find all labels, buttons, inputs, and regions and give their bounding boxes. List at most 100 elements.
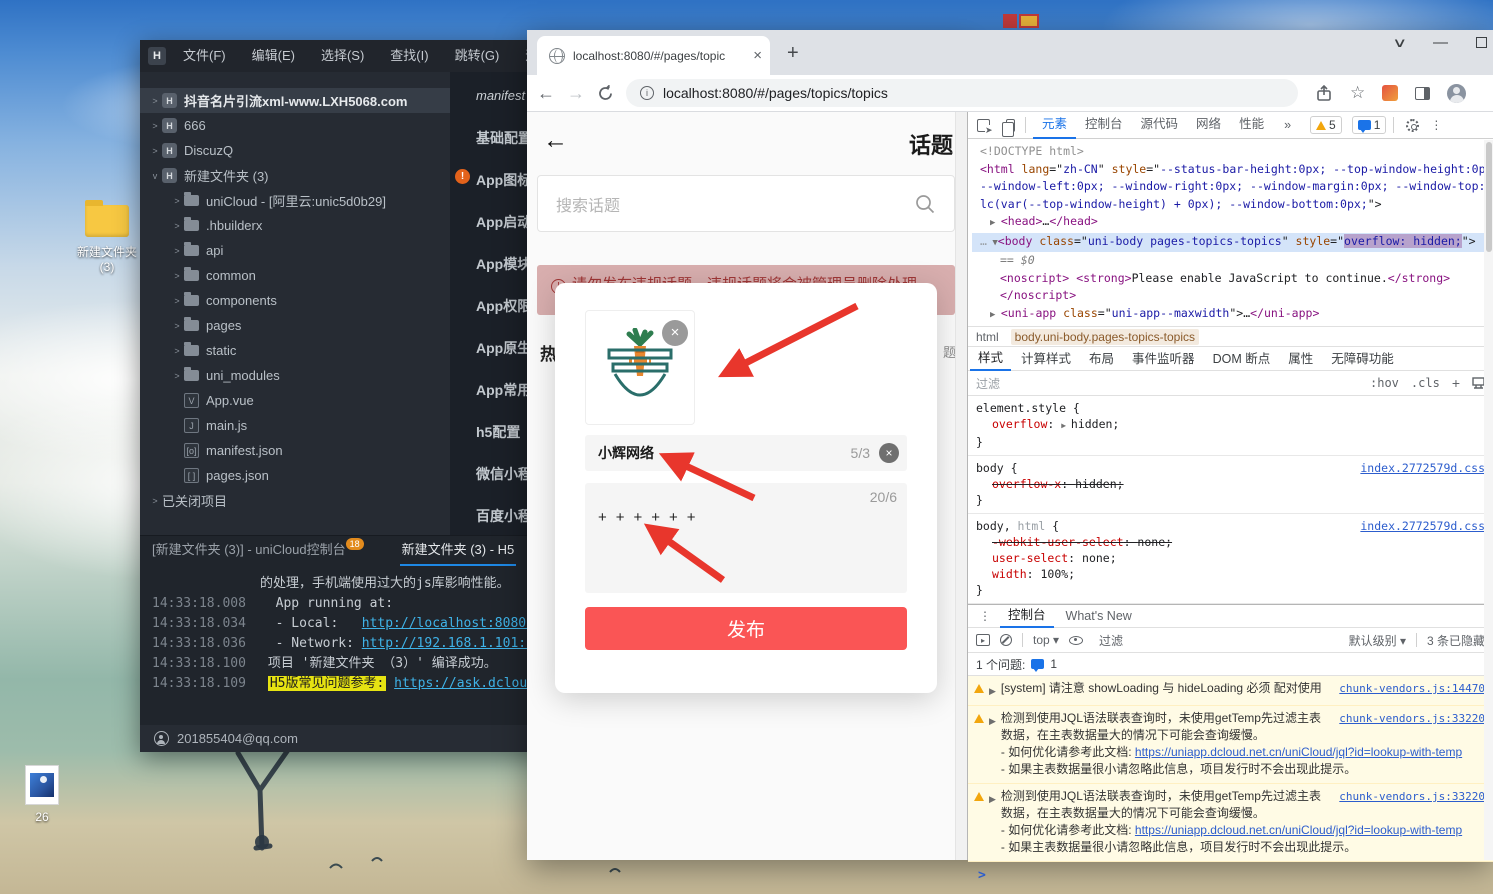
topic-search-input[interactable]: 搜索话题 — [537, 175, 955, 232]
issues-badge[interactable]: 1 — [1352, 116, 1387, 134]
page-back-arrow[interactable]: ← — [543, 126, 568, 155]
dom-node[interactable]: </noscript> — [972, 287, 1493, 305]
window-menu-chevron-icon[interactable]: ∨ — [1393, 35, 1408, 51]
dom-node[interactable]: <noscript> <strong>Please enable JavaScr… — [972, 270, 1493, 288]
console-sidebar-icon[interactable]: ▸ — [976, 634, 990, 646]
dom-node[interactable]: lc(var(--top-window-height) + 0px); --wi… — [972, 196, 1493, 214]
drawer-tab-whatsnew[interactable]: What's New — [1058, 606, 1140, 627]
dom-node[interactable]: <html lang="zh-CN" style="--status-bar-h… — [972, 161, 1493, 179]
tree-item[interactable]: >HDiscuzQ — [140, 138, 450, 163]
tree-item[interactable]: [o]manifest.json — [140, 438, 450, 463]
console-filter-input[interactable]: 过滤 — [1099, 632, 1123, 649]
tab-close-icon[interactable]: × — [753, 47, 762, 64]
doc-link[interactable]: https://uniapp.dcloud.net.cn/uniCloud/jq… — [1135, 823, 1462, 837]
console-tab-h5[interactable]: 新建文件夹 (3) - H5 — [400, 535, 517, 566]
side-panel-icon[interactable] — [1415, 87, 1430, 100]
styles-tab-4[interactable]: DOM 断点 — [1205, 348, 1279, 370]
dom-node[interactable]: --window-left:0px; --window-right:0px; -… — [972, 178, 1493, 196]
tree-item[interactable]: >uni_modules — [140, 363, 450, 388]
styles-filter-input[interactable]: 过滤 — [976, 375, 1000, 392]
menu-文件(F)[interactable]: 文件(F) — [170, 40, 239, 72]
context-selector[interactable]: top ▾ — [1033, 633, 1059, 647]
devtools-tab-性能[interactable]: 性能 — [1230, 112, 1273, 139]
styles-tab-0[interactable]: 样式 — [970, 347, 1011, 371]
remove-image-icon[interactable]: × — [662, 320, 688, 346]
devtools-tab-源代码[interactable]: 源代码 — [1132, 112, 1188, 139]
tree-item[interactable]: >pages — [140, 313, 450, 338]
source-link[interactable]: chunk-vendors.js:33220 — [1339, 788, 1485, 805]
topic-desc-textarea[interactable]: 20/6 ++++++ — [585, 483, 907, 593]
forward-button[interactable]: → — [567, 83, 585, 104]
topic-name-input[interactable]: 小辉网络 5/3 × — [585, 435, 907, 471]
address-bar[interactable]: i localhost:8080/#/pages/topics/topics — [626, 79, 1298, 107]
css-property[interactable]: overflow-x: hidden; — [976, 476, 1485, 492]
tree-item[interactable]: [ ]pages.json — [140, 463, 450, 488]
site-info-icon[interactable]: i — [640, 86, 654, 100]
window-maximize-button[interactable] — [1476, 37, 1487, 48]
tree-item[interactable]: >H抖音名片引流xml-www.LXH5068.com — [140, 88, 450, 113]
dom-node[interactable]: <!DOCTYPE html> — [972, 143, 1493, 161]
clear-name-icon[interactable]: × — [879, 443, 899, 463]
css-file-link[interactable]: index.2772579d.css — [1360, 518, 1485, 534]
cls-toggle[interactable]: .cls — [1411, 376, 1440, 390]
warnings-badge[interactable]: 5 — [1310, 116, 1342, 134]
clear-console-icon[interactable] — [1000, 634, 1012, 646]
styles-tab-3[interactable]: 事件监听器 — [1124, 348, 1203, 370]
tree-item[interactable]: >uniCloud - [阿里云:unic5d0b29] — [140, 188, 450, 213]
window-minimize-button[interactable]: — — [1433, 34, 1448, 51]
live-expression-icon[interactable] — [1069, 636, 1083, 645]
extension-icon[interactable] — [1382, 85, 1398, 101]
share-icon[interactable] — [1316, 85, 1333, 102]
issue-bubble-icon[interactable] — [1031, 659, 1044, 669]
log-level-select[interactable]: 默认级别 ▾ — [1349, 632, 1406, 649]
browser-tab[interactable]: localhost:8080/#/pages/topic × — [537, 36, 770, 75]
tree-item[interactable]: Jmain.js — [140, 413, 450, 438]
back-button[interactable]: ← — [537, 83, 555, 104]
styles-tab-2[interactable]: 布局 — [1081, 348, 1122, 370]
devtools-tab-控制台[interactable]: 控制台 — [1076, 112, 1132, 139]
devtools-kebab-icon[interactable]: ⋮ — [1425, 115, 1447, 135]
css-file-link[interactable]: index.2772579d.css — [1360, 460, 1485, 476]
css-property[interactable]: width: 100%; — [976, 566, 1485, 582]
menu-选择(S)[interactable]: 选择(S) — [308, 40, 377, 72]
drawer-tab-console[interactable]: 控制台 — [1000, 605, 1054, 628]
dom-node[interactable]: ▶ <uni-app class="uni-app--maxwidth">…</… — [972, 305, 1493, 325]
tree-item[interactable]: >api — [140, 238, 450, 263]
source-link[interactable]: chunk-vendors.js:14470 — [1339, 680, 1485, 697]
inspect-element-icon[interactable] — [972, 115, 994, 135]
devtools-settings-icon[interactable] — [1401, 115, 1423, 135]
publish-button[interactable]: 发布 — [585, 607, 907, 650]
tree-item[interactable]: >common — [140, 263, 450, 288]
more-tabs-icon[interactable]: » — [1275, 113, 1300, 138]
console-prompt[interactable]: > — [968, 862, 1493, 889]
breadcrumb-body[interactable]: body.uni-body.pages-topics-topics — [1011, 329, 1199, 345]
styles-tab-6[interactable]: 无障碍功能 — [1323, 348, 1402, 370]
dom-node[interactable]: == $0 — [972, 252, 1493, 270]
styles-tab-5[interactable]: 属性 — [1280, 348, 1321, 370]
tree-item[interactable]: >components — [140, 288, 450, 313]
styles-tab-1[interactable]: 计算样式 — [1013, 348, 1079, 370]
dom-node[interactable]: … ▼<body class="uni-body pages-topics-to… — [972, 233, 1493, 253]
menu-跳转(G)[interactable]: 跳转(G) — [442, 40, 513, 72]
devtools-tab-元素[interactable]: 元素 — [1033, 112, 1076, 139]
hov-toggle[interactable]: :hov — [1370, 376, 1399, 390]
topic-image-upload[interactable]: × — [585, 310, 695, 425]
desktop-folder-icon[interactable]: 新建文件夹 (3) — [75, 205, 139, 274]
desktop-image-icon[interactable]: 26 — [12, 765, 72, 824]
account-email[interactable]: 201855404@qq.com — [177, 731, 298, 746]
css-property[interactable]: user-select: none; — [976, 550, 1485, 566]
device-toolbar-icon[interactable] — [996, 115, 1018, 135]
dom-node[interactable]: ▶ <head>…</head> — [972, 213, 1493, 233]
tree-item[interactable]: >H666 — [140, 113, 450, 138]
breadcrumb-html[interactable]: html — [976, 330, 999, 344]
new-style-rule-icon[interactable]: + — [1452, 375, 1460, 391]
source-link[interactable]: chunk-vendors.js:33220 — [1339, 710, 1485, 727]
page-scrollbar[interactable] — [955, 112, 967, 860]
doc-link[interactable]: https://uniapp.dcloud.net.cn/uniCloud/jq… — [1135, 745, 1462, 759]
new-tab-button[interactable]: + — [787, 44, 799, 62]
devtools-tab-网络[interactable]: 网络 — [1187, 112, 1230, 139]
css-property[interactable]: overflow: ▶ hidden; — [976, 416, 1485, 434]
console-tab-unicloud[interactable]: [新建文件夹 (3)] - uniCloud控制台18 — [150, 535, 366, 566]
tree-item[interactable]: >static — [140, 338, 450, 363]
bookmark-star-icon[interactable]: ☆ — [1350, 83, 1365, 103]
